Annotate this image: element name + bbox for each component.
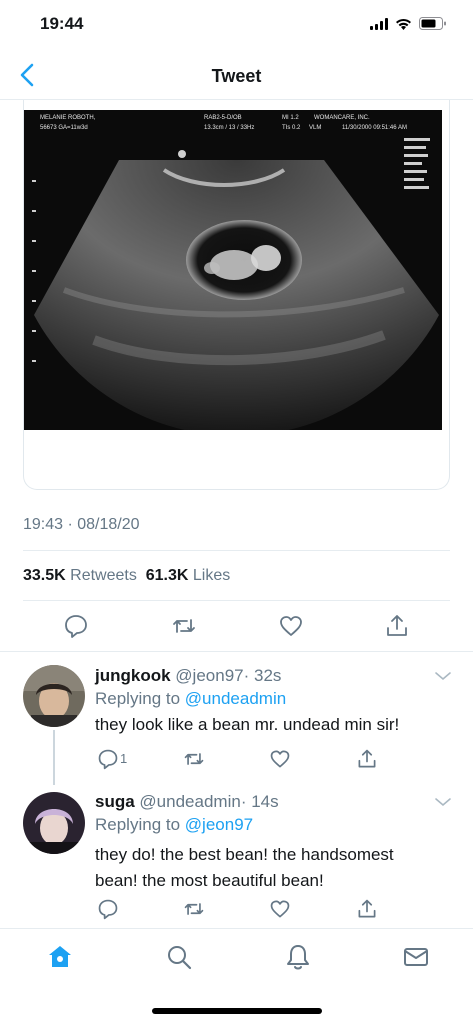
thread-connector-line xyxy=(53,730,55,785)
share-icon[interactable] xyxy=(384,613,410,639)
reply-count: 1 xyxy=(120,751,128,766)
page-title: Tweet xyxy=(211,66,262,86)
like-icon[interactable] xyxy=(269,898,291,920)
status-icons xyxy=(370,17,447,30)
reply-header: jungkook @jeon97· 32s xyxy=(95,666,281,686)
home-icon[interactable] xyxy=(46,943,74,971)
replying-to-label: Replying to xyxy=(95,815,181,834)
reply-header: suga @undeadmin· 14s xyxy=(95,792,279,812)
tweet-timestamp: 19:43 · 08/18/20 xyxy=(23,516,140,533)
ultrasound-image: MELANIE ROBOTH, 56673 GA=11w3d RAB2-5-D/… xyxy=(24,110,442,430)
replying-to: Replying to @jeon97 xyxy=(95,815,253,835)
reply-text: they do! the best bean! the handsomest b… xyxy=(95,845,394,890)
retweet-icon[interactable] xyxy=(183,898,205,920)
tweet-stats: 33.5K Retweets 61.3K Likes xyxy=(23,567,230,585)
like-icon[interactable] xyxy=(278,613,304,639)
reply-action-bar xyxy=(0,898,473,922)
replying-to-link[interactable]: @jeon97 xyxy=(185,815,253,834)
retweet-icon[interactable] xyxy=(183,748,205,770)
reply-icon[interactable] xyxy=(97,898,119,920)
like-icon[interactable] xyxy=(269,748,291,770)
retweets-label[interactable]: Retweets xyxy=(70,567,137,584)
avatar[interactable] xyxy=(23,792,85,854)
navigation-bar: Tweet xyxy=(0,52,473,100)
us-datetime: 11/30/2000 09:51:46 AM xyxy=(342,125,407,131)
reply-time: · 14s xyxy=(240,792,279,811)
us-mi: MI 1.2 xyxy=(282,115,299,121)
us-id: 56673 GA=11w3d xyxy=(40,125,88,131)
cellular-signal-icon xyxy=(370,17,388,30)
reply-icon[interactable] xyxy=(63,613,89,639)
status-bar: 19:44 xyxy=(0,0,473,52)
tweet-action-bar xyxy=(0,610,473,642)
chevron-down-icon[interactable] xyxy=(434,670,452,682)
retweets-count[interactable]: 33.5K xyxy=(23,567,66,584)
us-vlm: VLM xyxy=(309,125,321,131)
retweet-icon[interactable] xyxy=(171,613,197,639)
avatar[interactable] xyxy=(23,665,85,727)
reply-author-handle: @jeon97 xyxy=(175,666,244,685)
battery-icon xyxy=(419,17,446,30)
reply-author-name[interactable]: suga xyxy=(95,792,135,811)
share-icon[interactable] xyxy=(356,748,378,770)
reply-time: · 32s xyxy=(243,666,282,685)
us-tib: TIs 0.2 xyxy=(282,125,301,131)
likes-label[interactable]: Likes xyxy=(193,567,230,584)
replying-to-link[interactable]: @undeadmin xyxy=(185,689,286,708)
notifications-icon[interactable] xyxy=(284,943,312,971)
replying-to: Replying to @undeadmin xyxy=(95,689,286,709)
reply-icon[interactable] xyxy=(97,748,119,770)
reply-action-bar: 1 xyxy=(0,748,473,772)
divider xyxy=(23,600,450,601)
reply-author-name[interactable]: jungkook xyxy=(95,666,171,685)
share-icon[interactable] xyxy=(356,898,378,920)
replying-to-label: Replying to xyxy=(95,689,181,708)
reply-author-handle: @undeadmin xyxy=(139,792,241,811)
us-clinic: WOMANCARE, INC. xyxy=(314,115,370,121)
status-time: 19:44 xyxy=(40,14,84,33)
us-patient: MELANIE ROBOTH, xyxy=(40,115,96,121)
chevron-down-icon[interactable] xyxy=(434,796,452,808)
divider xyxy=(0,651,473,652)
home-indicator[interactable] xyxy=(152,1008,322,1014)
reply-text: they look like a bean mr. undead min sir… xyxy=(95,715,400,734)
likes-count[interactable]: 61.3K xyxy=(146,567,189,584)
messages-icon[interactable] xyxy=(402,943,430,971)
tweet-media-card[interactable]: MELANIE ROBOTH, 56673 GA=11w3d RAB2-5-D/… xyxy=(23,100,450,490)
wifi-icon xyxy=(396,18,411,30)
divider xyxy=(23,550,450,551)
us-depth: 13.3cm / 13 / 33Hz xyxy=(204,125,254,131)
search-icon[interactable] xyxy=(165,943,193,971)
us-probe: RAB2-5-D/OB xyxy=(204,115,242,121)
